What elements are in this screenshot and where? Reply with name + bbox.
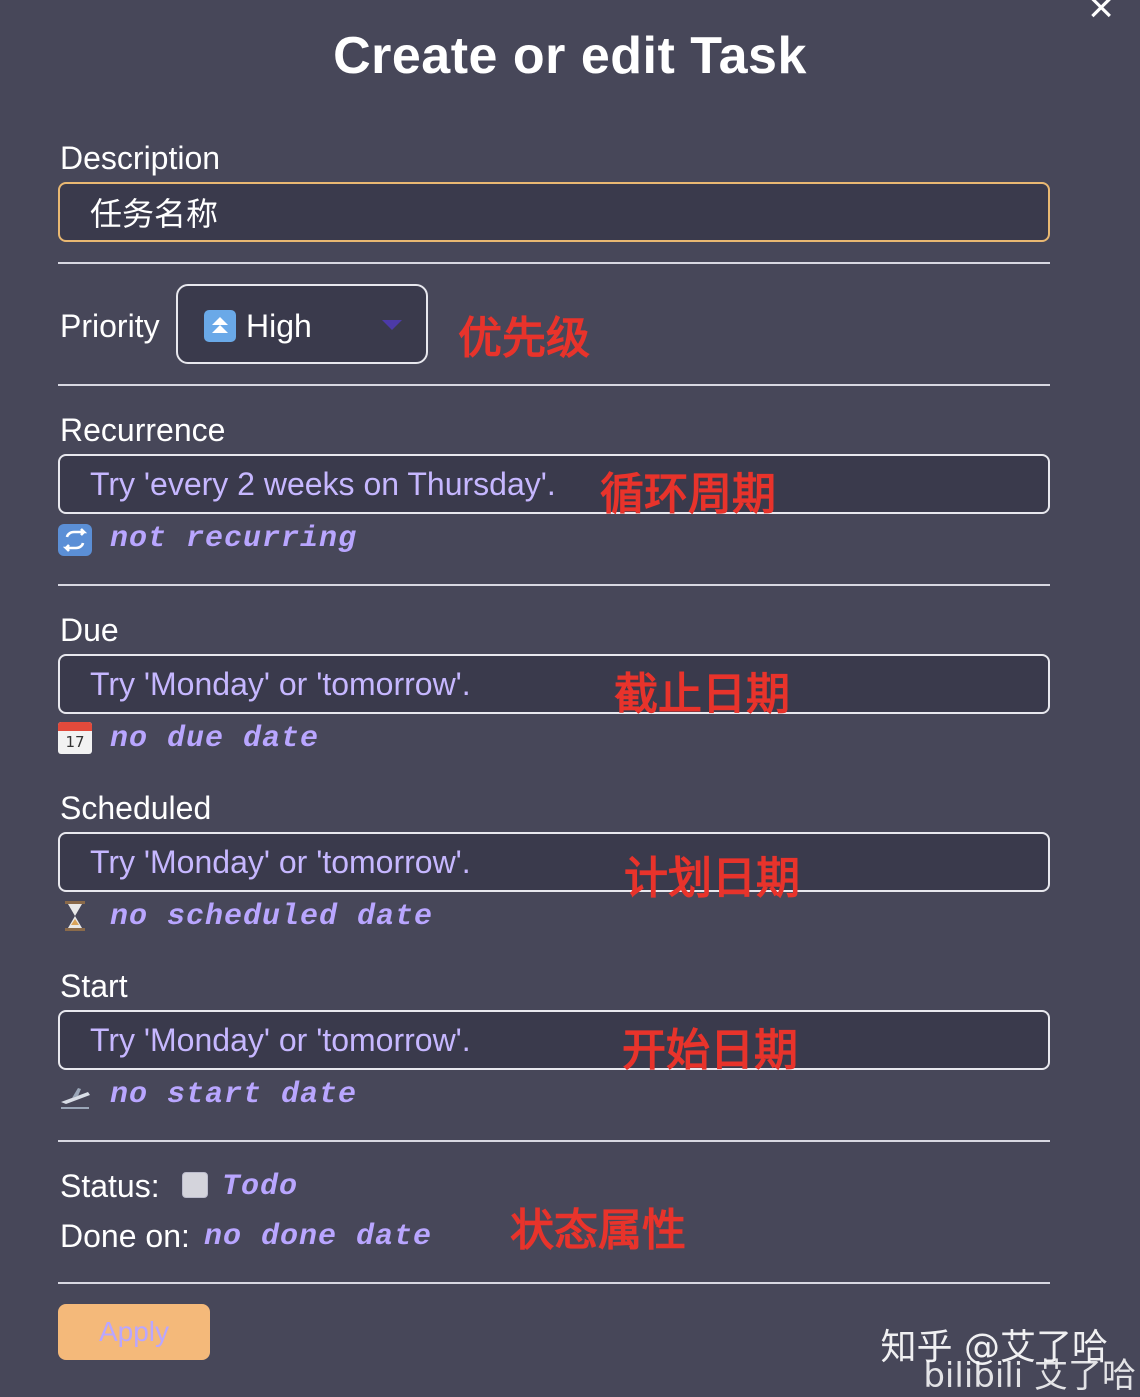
calendar-day: 17 [65,733,85,751]
start-label: Start [60,968,128,1004]
scheduled-label: Scheduled [60,790,212,826]
priority-select[interactable]: High [176,284,428,364]
start-hint: no start date [110,1078,358,1112]
start-annotation: 开始日期 [622,1025,798,1076]
status-value: Todo [222,1170,299,1204]
repeat-icon [58,524,92,556]
divider [58,262,1050,264]
priority-label: Priority [60,308,160,344]
dialog-title: Create or edit Task [333,27,807,85]
done-on-value: no done date [204,1220,433,1254]
due-annotation: 截止日期 [614,669,790,720]
done-on-label: Done on: [60,1218,190,1254]
description-label: Description [60,140,221,176]
scheduled-date-input[interactable] [58,832,1050,892]
hourglass-icon [60,900,90,932]
priority-selected-value: High [246,308,312,344]
recurrence-annotation: 循环周期 [600,469,776,520]
calendar-icon: 17 [58,722,92,754]
start-date-input[interactable] [58,1010,1050,1070]
recurrence-label: Recurrence [60,412,226,448]
divider [58,1140,1050,1142]
scheduled-hint: no scheduled date [110,900,434,934]
status-checkbox[interactable] [182,1172,208,1198]
recurrence-input[interactable] [58,454,1050,514]
divider [58,384,1050,386]
due-label: Due [60,612,119,648]
due-date-input[interactable] [58,654,1050,714]
divider [58,584,1050,586]
divider [58,1282,1050,1284]
chevron-down-icon [382,320,402,330]
due-hint: no due date [110,722,320,756]
priority-high-icon [204,310,236,342]
status-annotation: 状态属性 [510,1205,686,1256]
description-input[interactable] [58,182,1050,242]
apply-button[interactable]: Apply [58,1304,210,1360]
status-label: Status: [60,1168,160,1204]
recurrence-hint: not recurring [110,522,358,556]
priority-annotation: 优先级 [458,313,590,364]
scheduled-annotation: 计划日期 [624,853,800,904]
airplane-departure-icon [58,1082,92,1114]
